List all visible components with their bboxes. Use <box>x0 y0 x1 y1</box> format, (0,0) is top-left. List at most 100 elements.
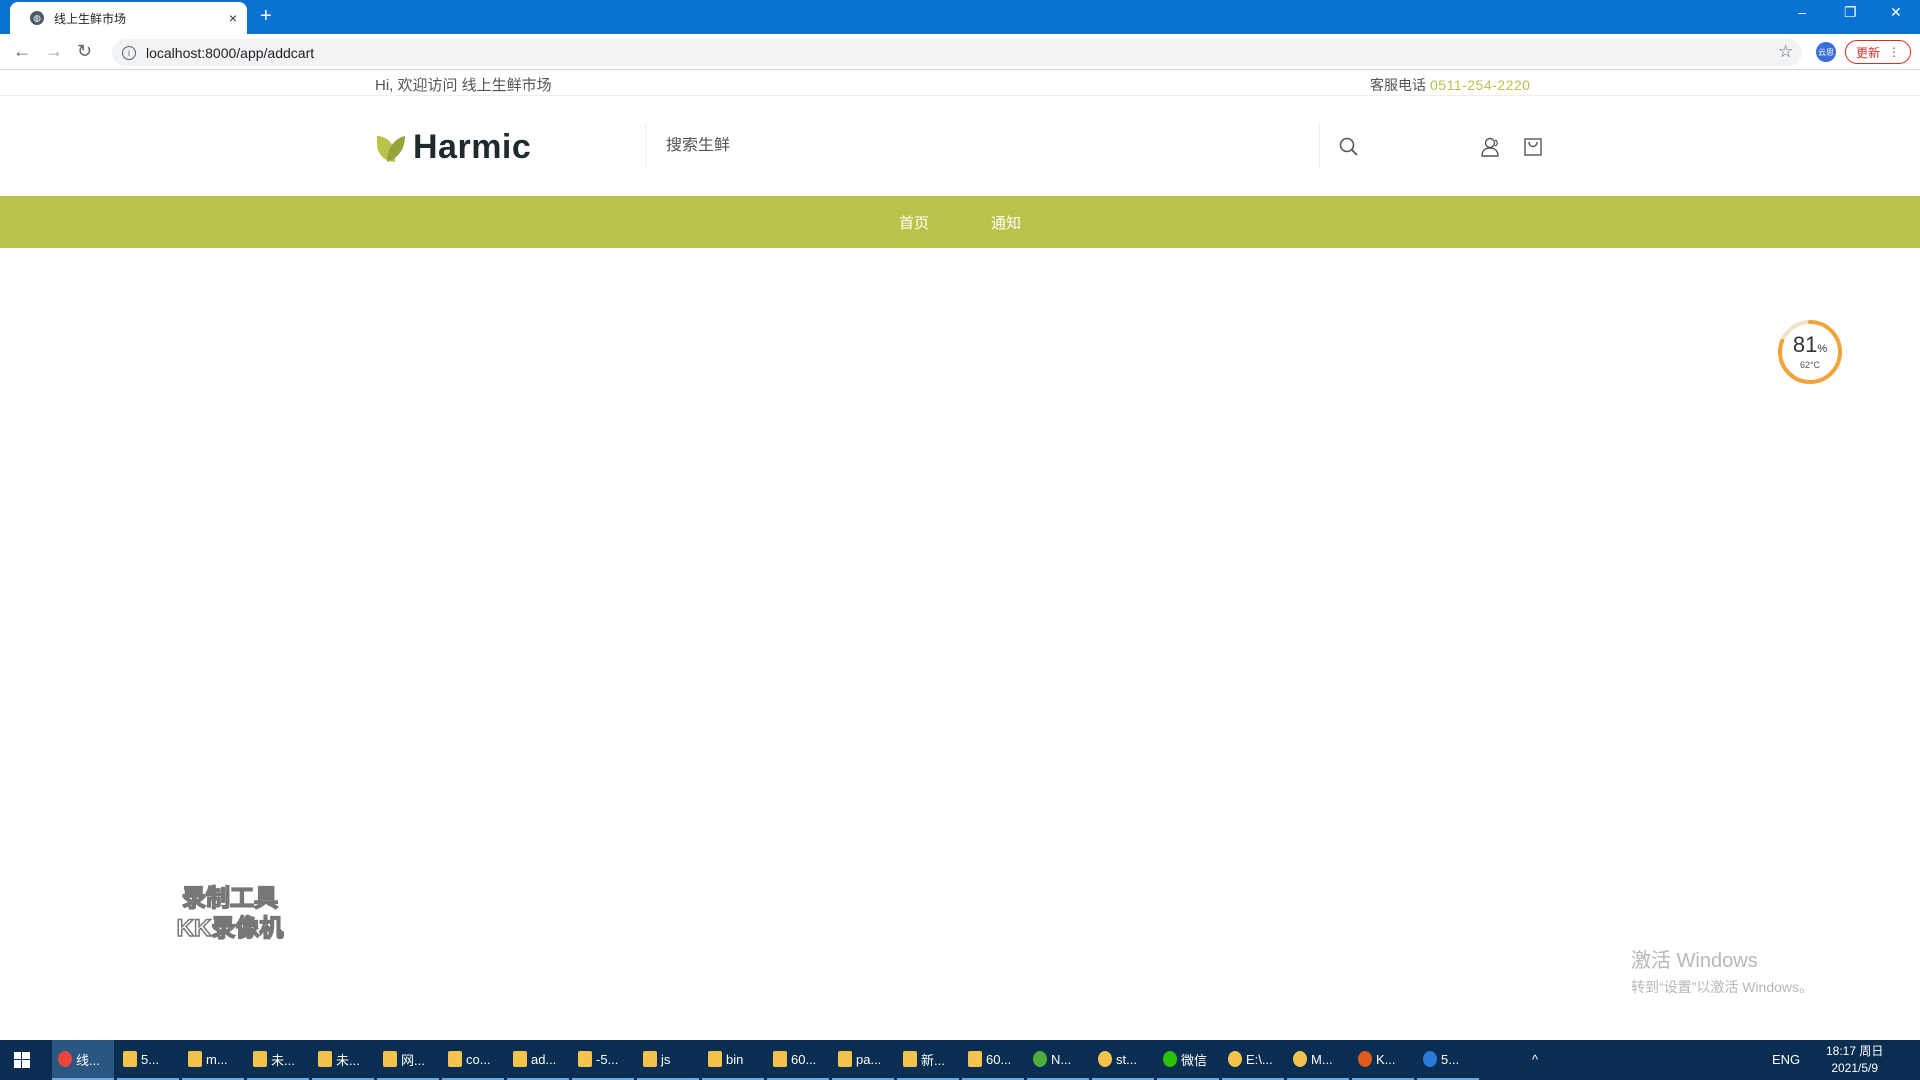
app-icon <box>1098 1051 1112 1067</box>
taskbar-item-label: st... <box>1116 1051 1137 1067</box>
activate-windows-watermark: 激活 Windows 转到“设置”以激活 Windows。 <box>1631 944 1813 997</box>
address-bar-row: ← → ↻ i localhost:8000/app/addcart ☆ 云思 … <box>0 34 1920 70</box>
recorder-line-2: KK录像机 <box>176 914 284 943</box>
taskbar-item[interactable]: 未... <box>247 1040 309 1080</box>
new-tab-button[interactable]: + <box>260 6 272 26</box>
taskbar-item[interactable]: E:\... <box>1222 1040 1284 1080</box>
nav-item-notice[interactable]: 通知 <box>991 212 1021 233</box>
welcome-text: Hi, 欢迎访问 线上生鲜市场 <box>375 77 552 94</box>
taskbar-item[interactable]: bin <box>702 1040 764 1080</box>
system-usage-gauge[interactable]: 81% 62°C <box>1776 318 1844 386</box>
taskbar-item[interactable]: 新... <box>897 1040 959 1080</box>
taskbar-item-label: 线... <box>76 1052 100 1068</box>
site-header: Harmic <box>0 96 1920 196</box>
site-logo[interactable]: Harmic <box>375 128 531 167</box>
back-arrow-icon[interactable]: ← <box>13 42 31 60</box>
windows-taskbar: 线... 5... m... 未... 未... 网... co... ad... -5... j… <box>0 1040 1920 1080</box>
update-button[interactable]: 更新 ⋮ <box>1845 40 1911 64</box>
tray-chevron-icon[interactable]: ^ <box>1532 1052 1538 1067</box>
app-icon <box>58 1051 72 1067</box>
taskbar-item-label: 60... <box>791 1051 817 1067</box>
taskbar-item[interactable]: K... <box>1352 1040 1414 1080</box>
taskbar-item-label: K... <box>1376 1051 1396 1067</box>
phone-number: 0511-254-2220 <box>1430 77 1531 93</box>
app-icon <box>448 1051 462 1067</box>
taskbar-item-label: js <box>661 1051 671 1067</box>
taskbar-item[interactable]: 线... <box>52 1040 114 1080</box>
app-icon <box>383 1051 397 1067</box>
app-icon <box>578 1051 592 1067</box>
app-icon <box>773 1051 787 1067</box>
gauge-percent: 81% <box>1792 332 1828 357</box>
restore-icon[interactable]: ❐ <box>1844 4 1857 21</box>
clock-date: 2021/5/9 <box>1831 1061 1879 1075</box>
globe-icon: ◍ <box>30 11 44 25</box>
taskbar-item[interactable]: 未... <box>312 1040 374 1080</box>
taskbar-item-label: 未... <box>271 1052 295 1068</box>
taskbar-item-label: 新... <box>921 1052 945 1068</box>
language-indicator[interactable]: ENG <box>1772 1052 1800 1067</box>
taskbar-item[interactable]: 微信 <box>1157 1040 1219 1080</box>
taskbar-clock[interactable]: 18:17 周日 2021/5/9 <box>1826 1043 1883 1077</box>
search-icon[interactable] <box>1338 136 1360 158</box>
tab-close-icon[interactable]: × <box>229 10 237 26</box>
app-icon <box>1358 1051 1372 1067</box>
reload-icon[interactable]: ↻ <box>77 42 92 60</box>
app-icon <box>708 1051 722 1067</box>
browser-tab[interactable]: ◍ 线上生鲜市场 × <box>10 2 247 34</box>
app-icon <box>1423 1051 1437 1067</box>
service-phone: 客服电话 0511-254-2220 <box>1370 75 1530 95</box>
taskbar-item[interactable]: m... <box>182 1040 244 1080</box>
url-omnibox[interactable]: i localhost:8000/app/addcart <box>112 39 1802 66</box>
taskbar-item-label: m... <box>206 1051 228 1067</box>
activate-subtitle: 转到“设置”以激活 Windows。 <box>1631 979 1814 995</box>
close-window-icon[interactable]: ✕ <box>1890 4 1902 21</box>
taskbar-item-label: bin <box>726 1051 744 1067</box>
clock-time: 18:17 周日 <box>1826 1044 1884 1058</box>
site-info-icon[interactable]: i <box>122 45 136 60</box>
taskbar-item[interactable]: 5... <box>117 1040 179 1080</box>
taskbar-item[interactable]: -5... <box>572 1040 634 1080</box>
app-icon <box>838 1051 852 1067</box>
taskbar-item[interactable]: st... <box>1092 1040 1154 1080</box>
taskbar-item[interactable]: M... <box>1287 1040 1349 1080</box>
taskbar-item-label: 网... <box>401 1052 425 1068</box>
taskbar-item[interactable]: N... <box>1027 1040 1089 1080</box>
search-box <box>645 124 1320 168</box>
profile-avatar[interactable]: 云思 <box>1816 42 1836 62</box>
url-text[interactable]: localhost:8000/app/addcart <box>146 45 314 61</box>
taskbar-item-label: N... <box>1051 1051 1072 1067</box>
recorder-watermark: 录制工具 KK录像机 <box>160 884 300 944</box>
nav-item-home[interactable]: 首页 <box>899 212 929 233</box>
browser-tab-strip: ◍ 线上生鲜市场 × + – ❐ ✕ <box>0 0 1920 34</box>
update-label: 更新 <box>1855 45 1880 60</box>
taskbar-item[interactable]: 5... <box>1417 1040 1479 1080</box>
taskbar-item[interactable]: 60... <box>962 1040 1024 1080</box>
taskbar-item[interactable]: js <box>637 1040 699 1080</box>
app-icon <box>123 1051 137 1067</box>
taskbar-item-label: pa... <box>856 1051 882 1067</box>
tab-title: 线上生鲜市场 <box>54 11 127 26</box>
app-icon <box>513 1051 527 1067</box>
app-icon <box>903 1051 917 1067</box>
taskbar-item[interactable]: 网... <box>377 1040 439 1080</box>
search-input[interactable] <box>666 137 1319 155</box>
taskbar-item-label: co... <box>466 1051 491 1067</box>
menu-dots-icon: ⋮ <box>1888 45 1900 59</box>
taskbar-item[interactable]: pa... <box>832 1040 894 1080</box>
taskbar-item[interactable]: ad... <box>507 1040 569 1080</box>
bookmark-star-icon[interactable]: ☆ <box>1778 42 1793 62</box>
windows-start-icon[interactable] <box>14 1052 30 1068</box>
forward-arrow-icon[interactable]: → <box>45 42 63 60</box>
taskbar-item-label: 5... <box>1441 1051 1460 1067</box>
app-icon <box>968 1051 982 1067</box>
cart-icon[interactable] <box>1522 136 1544 158</box>
taskbar-item[interactable]: co... <box>442 1040 504 1080</box>
user-icon[interactable] <box>1480 136 1502 158</box>
taskbar-item[interactable]: 60... <box>767 1040 829 1080</box>
minimize-icon[interactable]: – <box>1798 4 1806 20</box>
main-nav: 首页 通知 <box>0 196 1920 248</box>
taskbar-item-label: E:\... <box>1246 1051 1273 1067</box>
gauge-temperature: 62°C <box>1799 360 1821 370</box>
app-icon <box>1228 1051 1242 1067</box>
